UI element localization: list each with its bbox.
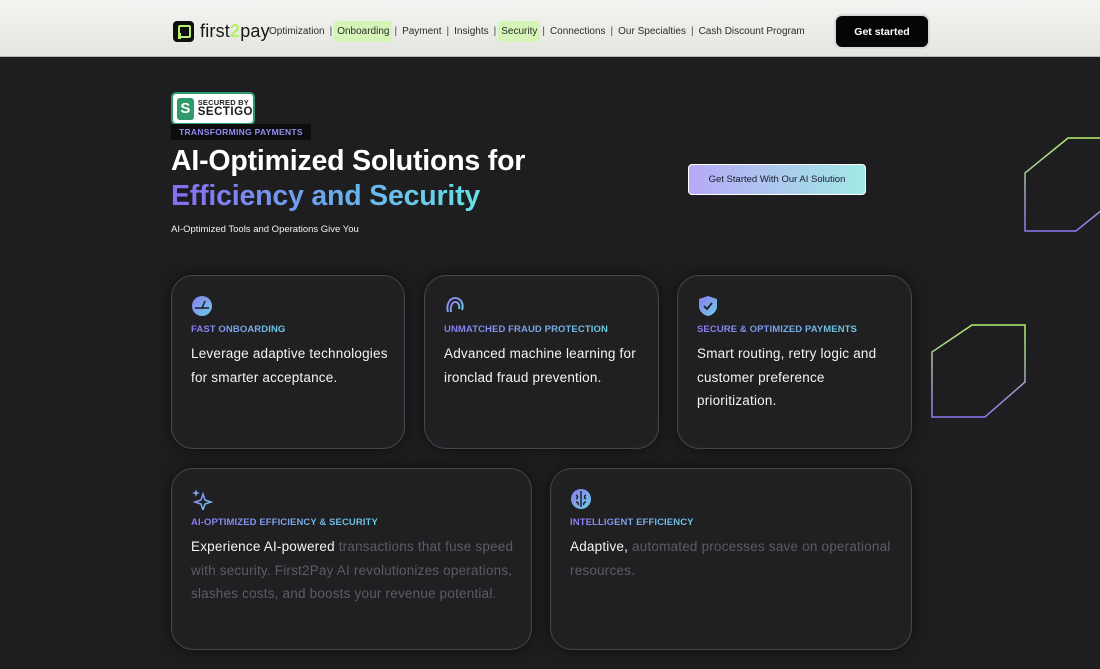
first2pay-logo[interactable]: first2pay: [173, 20, 270, 43]
menu-item-onboarding[interactable]: Onboarding: [334, 20, 393, 42]
logo-wordmark: first2pay: [200, 21, 270, 41]
feature-card-fraud-protection: UNMATCHED FRAUD PROTECTION Advanced mach…: [424, 275, 659, 449]
top-nav: first2pay Optimization | Onboarding | Pa…: [0, 0, 1100, 57]
menu-separator: |: [542, 25, 545, 37]
card-description: Leverage adaptive technologies for smart…: [191, 346, 388, 385]
fingerprint-icon: [446, 296, 464, 314]
menu-separator: |: [610, 25, 614, 37]
menu-item-payment[interactable]: Payment: [399, 21, 444, 42]
card-category: INTELLIGENT EFFICIENCY: [570, 517, 694, 528]
menu-item-optimization[interactable]: Optimization: [266, 21, 328, 42]
card-category: UNMATCHED FRAUD PROTECTION: [444, 324, 608, 335]
card-description: Smart routing, retry logic and customer …: [697, 346, 877, 408]
badge-bottom-text: SECTIGO: [197, 105, 253, 118]
feature-card-ai-efficiency-security: AI-OPTIMIZED EFFICIENCY & SECURITY Exper…: [171, 468, 532, 650]
gauge-icon: [192, 296, 212, 316]
menu-item-our-specialties[interactable]: Our Specialties: [615, 21, 689, 42]
menu-item-cash-discount-program[interactable]: Cash Discount Program: [696, 21, 808, 42]
get-started-ai-solution-button[interactable]: Get Started With Our AI Solution: [688, 164, 866, 195]
menu-separator: |: [446, 25, 450, 37]
card-description: Adaptive, automated processes save on op…: [570, 539, 891, 578]
sparkles-icon: [192, 489, 213, 510]
main-menu: Optimization | Onboarding | Payment | In…: [266, 19, 808, 43]
card-category: FAST ONBOARDING: [191, 324, 286, 335]
hero-title-line2: Efficiency and Security: [171, 180, 481, 212]
card-description: Advanced machine learning for ironclad f…: [444, 346, 636, 385]
hero-subtitle: AI-Optimized Tools and Operations Give Y…: [171, 224, 359, 235]
menu-separator: |: [394, 25, 398, 37]
decorative-hexagon-outline-top: [1024, 137, 1100, 232]
sectigo-mark-icon: S: [177, 97, 194, 120]
card-category: SECURE & OPTIMIZED PAYMENTS: [697, 324, 857, 335]
logo-mark-icon: [173, 21, 194, 42]
feature-card-secure-payments: SECURE & OPTIMIZED PAYMENTS Smart routin…: [677, 275, 912, 449]
card-description: Experience AI-powered transactions that …: [191, 539, 514, 601]
menu-item-connections[interactable]: Connections: [547, 21, 609, 42]
feature-card-fast-onboarding: FAST ONBOARDING Leverage adaptive techno…: [171, 275, 405, 449]
card-category: AI-OPTIMIZED EFFICIENCY & SECURITY: [191, 517, 378, 528]
feature-card-intelligent-efficiency: INTELLIGENT EFFICIENCY Adaptive, automat…: [550, 468, 912, 650]
shield-check-icon: [699, 296, 717, 316]
get-started-button[interactable]: Get started: [836, 16, 928, 47]
eyebrow-label: TRANSFORMING PAYMENTS: [171, 124, 311, 140]
decorative-hexagon-outline-bottom: [931, 324, 1026, 418]
menu-separator: |: [493, 25, 497, 37]
menu-separator: |: [329, 25, 333, 37]
menu-separator: |: [690, 25, 694, 37]
sectigo-secured-badge[interactable]: S SECURED BY SECTIGO: [171, 92, 255, 125]
hero-title-line1: AI-Optimized Solutions for: [171, 145, 526, 177]
menu-item-security[interactable]: Security: [498, 20, 541, 42]
brain-icon: [571, 489, 591, 509]
menu-item-insights[interactable]: Insights: [451, 21, 491, 42]
